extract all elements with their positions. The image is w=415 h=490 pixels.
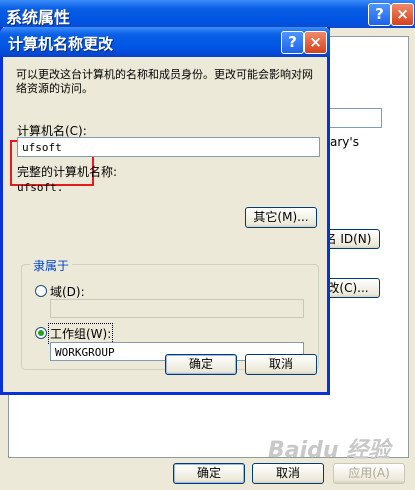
domain-input[interactable]	[50, 299, 304, 318]
close-icon[interactable]: ×	[391, 3, 414, 26]
domain-label: 域(D):	[50, 285, 85, 299]
more-button[interactable]: 其它(M)...	[245, 207, 317, 228]
help-icon[interactable]: ?	[368, 3, 391, 26]
dialog-description: 可以更改这台计算机的名称和成员身份。更改可能会影响对网络资源的访问。	[16, 68, 313, 95]
dialog-help-icon[interactable]: ?	[281, 31, 304, 54]
dialog-ok-button[interactable]: 确定	[165, 354, 237, 375]
domain-radio[interactable]	[35, 285, 47, 297]
system-apply-button[interactable]: 应用(A)	[333, 463, 405, 484]
dialog-titlebar: 计算机名称更改 ? ×	[0, 27, 330, 57]
full-computer-name-label: 完整的计算机名称:	[17, 165, 118, 179]
computer-name-change-dialog: 计算机名称更改 ? × 可以更改这台计算机的名称和成员身份。更改可能会影响对网络…	[0, 27, 330, 395]
member-of-label: 隶属于	[30, 257, 73, 274]
dialog-cancel-button[interactable]: 取消	[245, 354, 317, 375]
partial-owner-text: ary's	[330, 135, 359, 149]
computer-name-input[interactable]: ufsoft	[17, 137, 320, 157]
system-cancel-button[interactable]: 取消	[252, 463, 324, 484]
system-properties-title: 系统属性	[6, 8, 71, 27]
dialog-close-icon[interactable]: ×	[304, 31, 327, 54]
computer-description-field[interactable]	[322, 108, 382, 128]
dialog-title: 计算机名称更改	[8, 35, 114, 53]
system-properties-titlebar: 系统属性 ? ×	[0, 0, 415, 28]
system-ok-button[interactable]: 确定	[173, 463, 245, 484]
workgroup-label: 工作组(W):	[47, 323, 114, 344]
workgroup-radio[interactable]	[35, 327, 47, 339]
watermark: Baidu 经验	[268, 438, 391, 463]
full-computer-name-value: ufsoft.	[17, 181, 64, 194]
